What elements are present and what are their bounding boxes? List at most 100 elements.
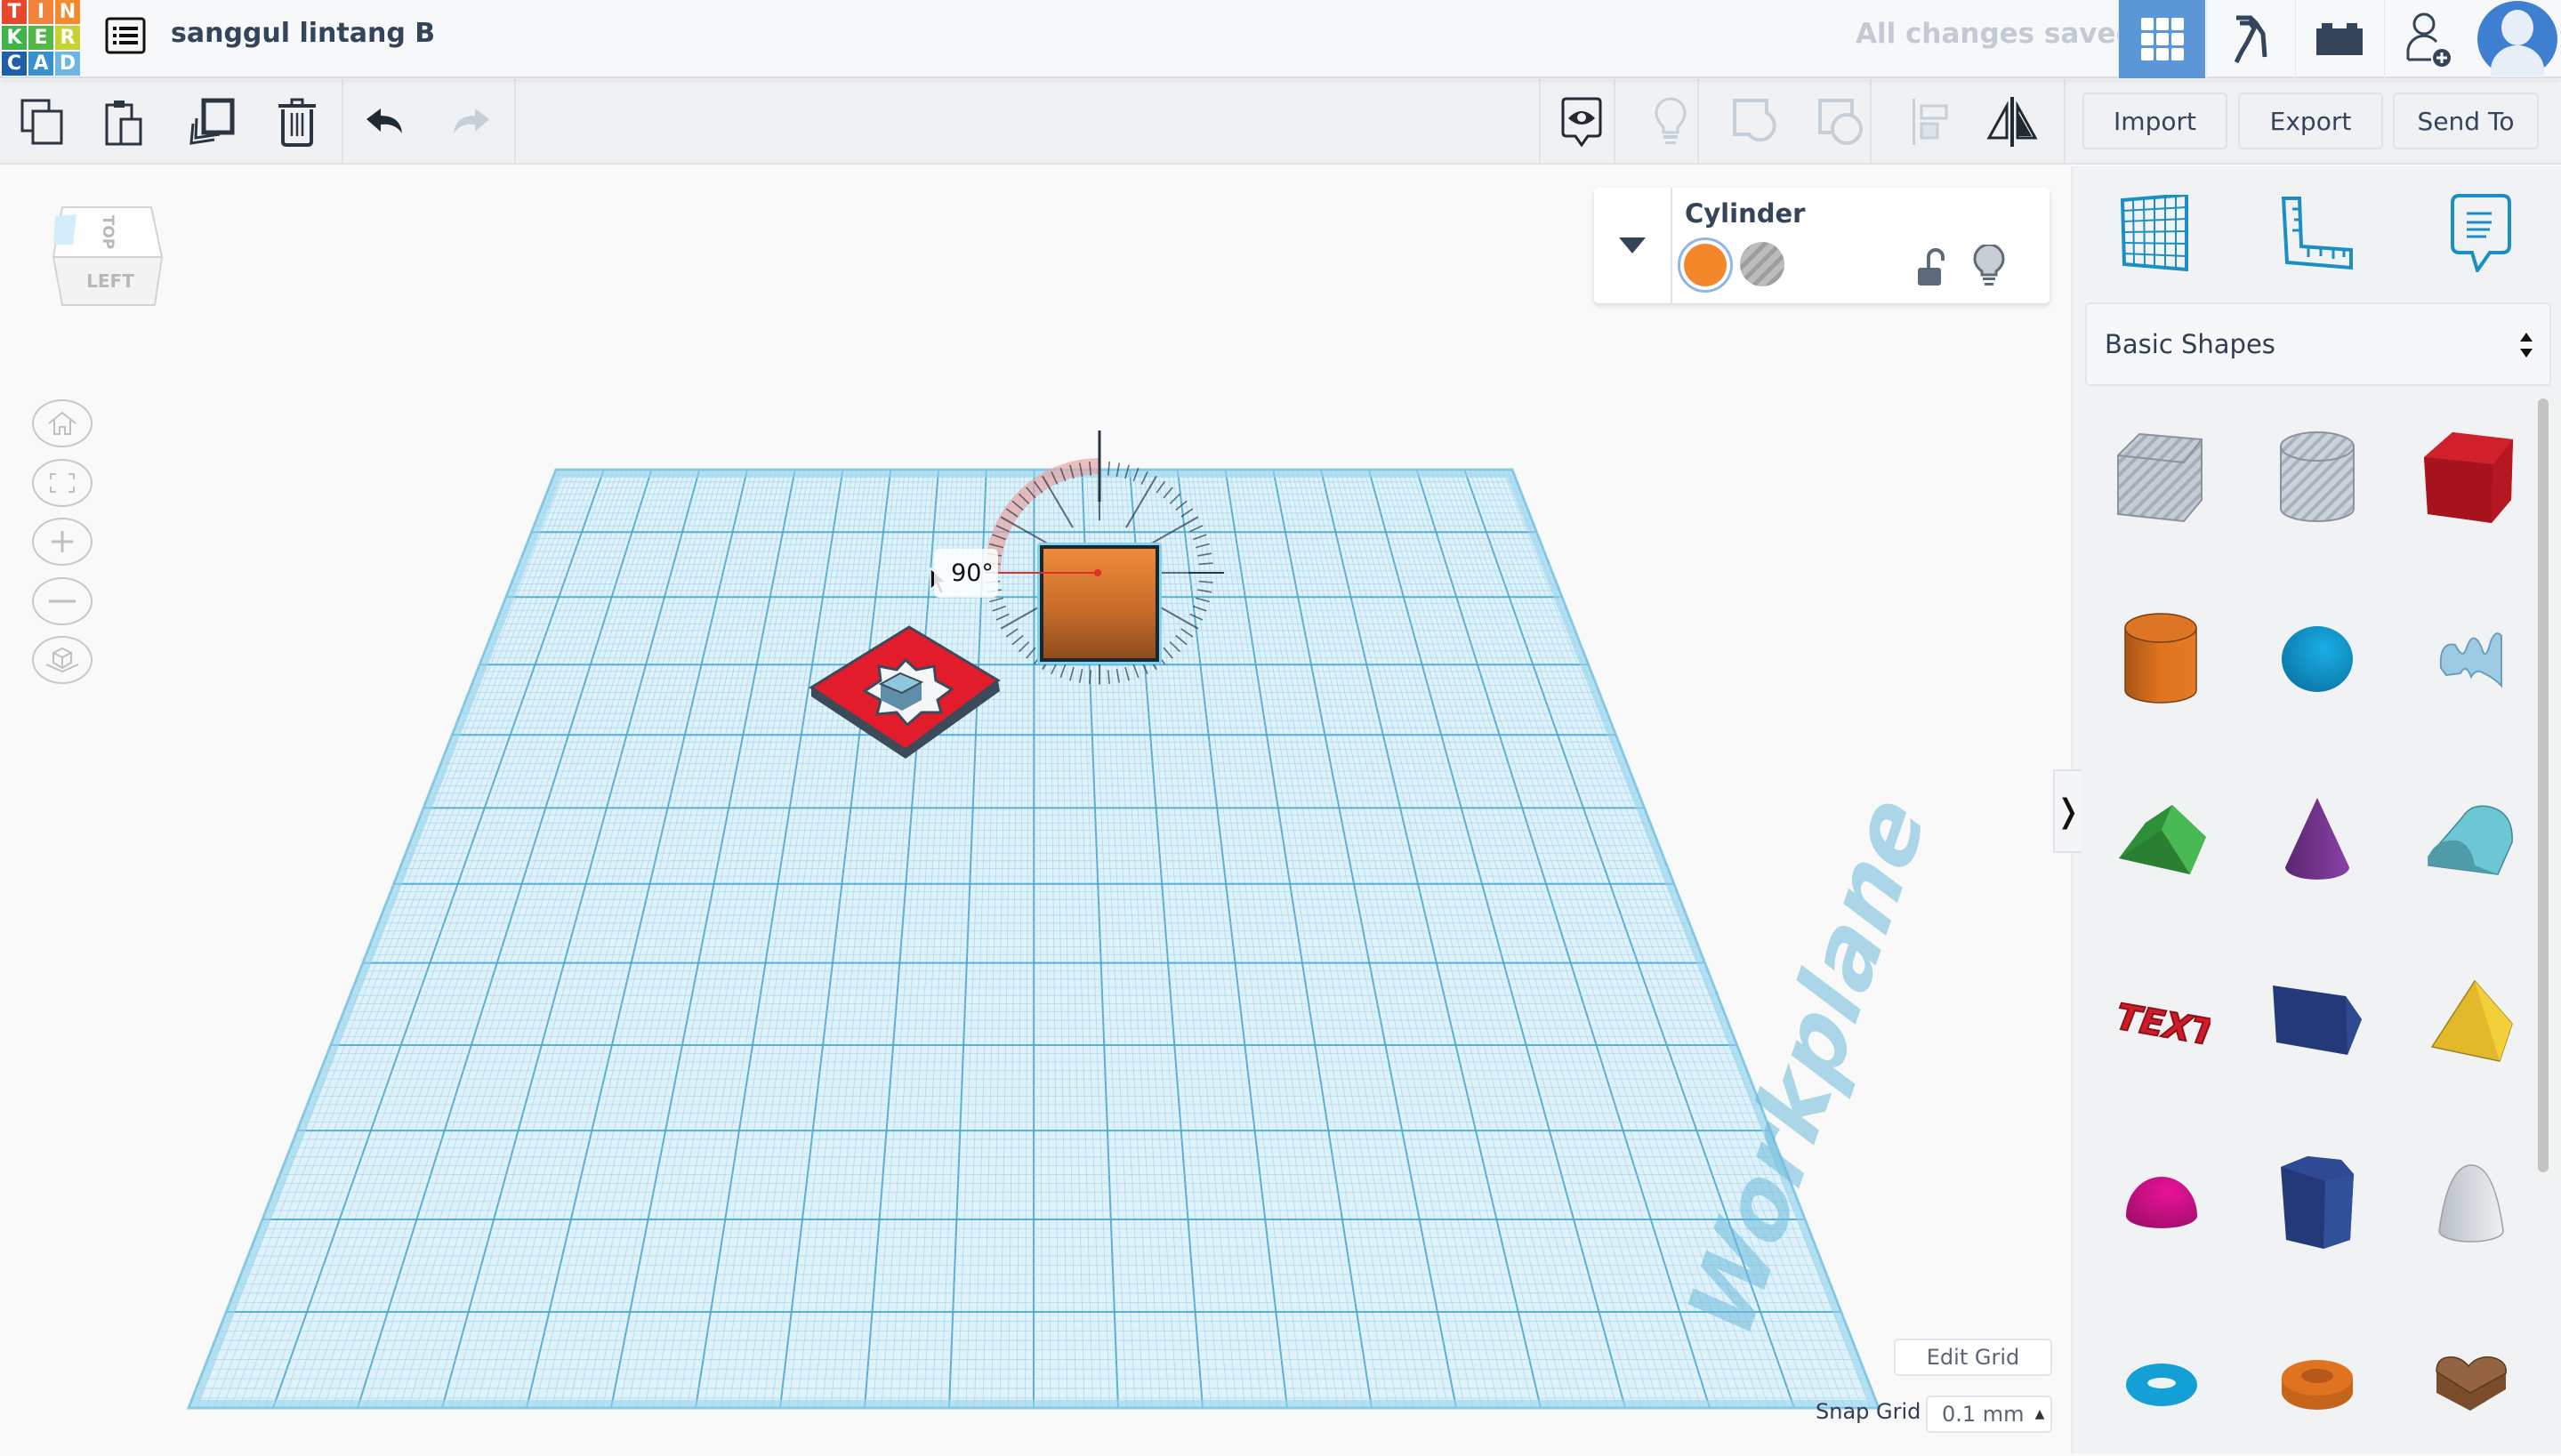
workplane[interactable]: Workplane bbox=[0, 166, 2071, 1453]
duplicate-icon bbox=[189, 98, 235, 145]
redo-icon bbox=[454, 109, 489, 133]
shape-name: Cylinder bbox=[1685, 198, 1806, 229]
perspective-toggle-button[interactable] bbox=[32, 636, 93, 684]
fit-view-button[interactable] bbox=[32, 459, 93, 507]
workplane-tool-button[interactable] bbox=[2110, 189, 2199, 278]
show-all-button[interactable] bbox=[1644, 95, 1697, 149]
notes-tool-button[interactable] bbox=[2436, 189, 2525, 278]
tube-shape-icon bbox=[2282, 1360, 2353, 1410]
group-icon bbox=[1733, 99, 1776, 142]
shape-tile-wedge[interactable] bbox=[2246, 951, 2388, 1093]
codeblocks-button[interactable] bbox=[2295, 0, 2382, 78]
note-icon bbox=[2451, 194, 2511, 272]
3d-design-view-button[interactable] bbox=[2118, 0, 2205, 78]
hole-button[interactable] bbox=[1740, 242, 1784, 286]
avatar[interactable] bbox=[2474, 0, 2561, 78]
half-sphere-shape-icon bbox=[2126, 1177, 2197, 1228]
cone-shape-icon bbox=[2285, 798, 2349, 880]
shape-tile-box-hole[interactable] bbox=[2090, 406, 2233, 549]
shape-tile-round-roof[interactable] bbox=[2400, 769, 2542, 912]
snap-grid-label: Snap Grid bbox=[1816, 1399, 1921, 1424]
lightbulb-icon[interactable] bbox=[1971, 245, 2007, 289]
snap-grid-select[interactable]: 0.1 mm ▲ bbox=[1926, 1396, 2052, 1433]
group-button[interactable] bbox=[1729, 95, 1783, 149]
plus-icon bbox=[52, 531, 73, 552]
copy-icon bbox=[20, 99, 63, 145]
trash-icon bbox=[278, 98, 316, 147]
select-arrows-icon bbox=[2520, 333, 2533, 358]
pyramid-shape-icon bbox=[2430, 979, 2513, 1062]
inspector-collapse-button[interactable] bbox=[1594, 188, 1672, 303]
home-view-button[interactable] bbox=[32, 399, 93, 447]
minus-icon bbox=[49, 599, 76, 603]
eye-note-icon bbox=[1561, 97, 1602, 147]
mirror-button[interactable] bbox=[1985, 95, 2039, 149]
shape-tile-sphere[interactable] bbox=[2246, 588, 2388, 730]
tinkercad-logo[interactable]: TIN KER CAD bbox=[2, 0, 80, 76]
shape-tile-half-sphere[interactable] bbox=[2090, 1132, 2233, 1275]
paste-button[interactable] bbox=[98, 95, 151, 149]
align-icon bbox=[1913, 99, 1948, 145]
shape-tile-paraboloid[interactable] bbox=[2400, 1132, 2542, 1275]
shape-tile-roof[interactable] bbox=[2090, 769, 2233, 912]
ungroup-button[interactable] bbox=[1815, 95, 1868, 149]
logo-letter: I bbox=[28, 0, 53, 24]
design-list-button[interactable] bbox=[103, 14, 148, 57]
shape-tile-tube[interactable] bbox=[2246, 1314, 2388, 1456]
solid-color-button[interactable] bbox=[1678, 237, 1733, 293]
duplicate-button[interactable] bbox=[185, 95, 238, 149]
shape-tile-cylinder-hole[interactable] bbox=[2246, 406, 2388, 549]
shape-tile-box[interactable] bbox=[2400, 406, 2542, 549]
align-button[interactable] bbox=[1904, 95, 1957, 149]
design-title[interactable]: sanggul lintang B bbox=[171, 18, 435, 49]
toolbar-divider bbox=[2064, 79, 2066, 165]
panel-collapse-handle[interactable]: ❭ bbox=[2053, 769, 2082, 853]
view-cube[interactable]: TOP LEFT bbox=[52, 205, 171, 312]
logo-letter: N bbox=[55, 0, 80, 24]
copy-button[interactable] bbox=[16, 95, 69, 149]
notes-toggle-button[interactable] bbox=[1555, 95, 1608, 149]
grid-icon bbox=[2140, 18, 2184, 60]
zoom-in-button[interactable] bbox=[32, 518, 93, 566]
shape-tile-text[interactable]: TEXT bbox=[2090, 951, 2233, 1093]
shape-tile-torus[interactable] bbox=[2090, 1314, 2233, 1456]
cylinder-shape-icon bbox=[2124, 613, 2197, 704]
fit-icon bbox=[50, 473, 75, 493]
invite-user-button[interactable] bbox=[2384, 0, 2471, 78]
send-to-button[interactable]: Send To bbox=[2393, 93, 2539, 149]
paraboloid-shape-icon bbox=[2438, 1164, 2504, 1243]
import-button[interactable]: Import bbox=[2082, 93, 2227, 149]
shape-library-select[interactable]: Basic Shapes bbox=[2085, 302, 2551, 386]
3d-viewport[interactable]: Workplane TOP LEFT 90° Edit Grid Snap Gr… bbox=[0, 166, 2071, 1453]
mirror-icon bbox=[1986, 97, 2038, 147]
unlock-icon[interactable] bbox=[1916, 248, 1948, 287]
caret-up-icon: ▲ bbox=[2034, 1407, 2045, 1421]
heart-shape-icon bbox=[2436, 1355, 2507, 1411]
logo-letter: C bbox=[2, 52, 27, 76]
box-shape-icon bbox=[2424, 432, 2513, 523]
toolbar-divider bbox=[514, 79, 516, 165]
shape-tile-polygon[interactable] bbox=[2246, 1132, 2388, 1275]
shape-tile-scribble[interactable] bbox=[2400, 588, 2542, 730]
edit-grid-button[interactable]: Edit Grid bbox=[1894, 1339, 2052, 1376]
logo-letter: K bbox=[2, 26, 27, 50]
circuits-button[interactable] bbox=[2206, 0, 2293, 78]
ruler-tool-button[interactable] bbox=[2273, 189, 2362, 278]
polygon-shape-icon bbox=[2281, 1156, 2354, 1249]
shape-tile-cone[interactable] bbox=[2246, 769, 2388, 912]
wedge-shape-icon bbox=[2273, 985, 2362, 1055]
snap-grid-value: 0.1 mm bbox=[1942, 1402, 2025, 1427]
redo-button[interactable] bbox=[443, 95, 496, 149]
shape-tile-heart[interactable] bbox=[2400, 1314, 2542, 1456]
zoom-out-button[interactable] bbox=[32, 577, 93, 625]
export-button[interactable]: Export bbox=[2238, 93, 2383, 149]
svg-text:TEXT: TEXT bbox=[2113, 996, 2211, 1049]
shape-tile-cylinder[interactable] bbox=[2090, 588, 2233, 730]
shapes-panel-scrollbar[interactable] bbox=[2538, 398, 2549, 1172]
shape-tile-pyramid[interactable] bbox=[2400, 951, 2542, 1093]
delete-button[interactable] bbox=[270, 95, 324, 149]
undo-button[interactable] bbox=[359, 95, 413, 149]
ungroup-icon bbox=[1818, 99, 1863, 145]
workplane-grid-icon bbox=[2120, 195, 2188, 271]
chevron-right-icon: ❭ bbox=[2054, 792, 2082, 830]
